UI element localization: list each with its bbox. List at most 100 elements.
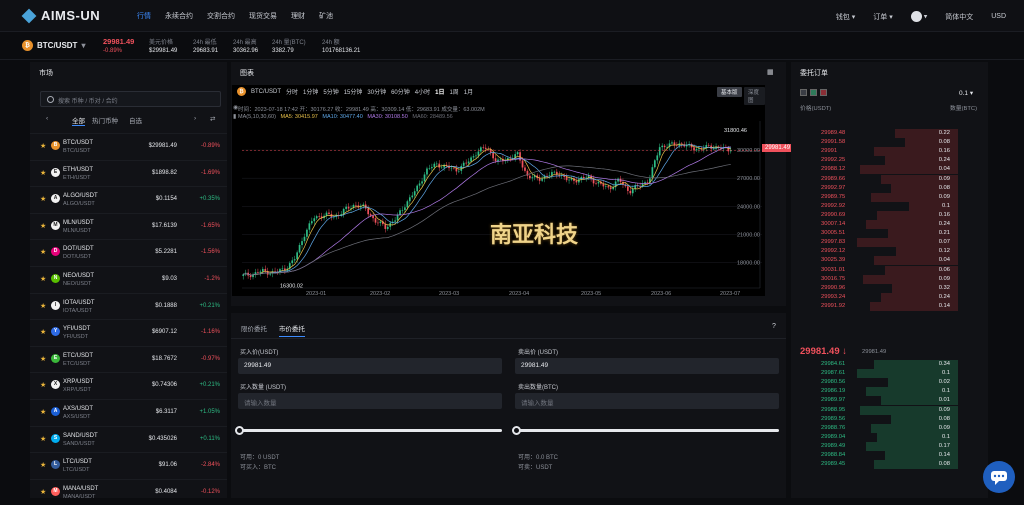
language-select[interactable]: 简体中文 — [945, 12, 973, 22]
scroll-right-icon[interactable]: › — [194, 115, 196, 122]
book-both-icon[interactable] — [800, 89, 807, 96]
chat-support-button[interactable] — [983, 461, 1015, 493]
wallet-menu[interactable]: 钱包 ▾ — [836, 12, 855, 22]
nav-link[interactable]: 矿池 — [319, 11, 333, 21]
nav-link[interactable]: 交割合约 — [207, 11, 235, 21]
tab-hot[interactable]: 热门币种 — [92, 115, 118, 125]
y-tick-label: 24000.00 — [737, 204, 760, 210]
pair-change: -1.69% — [200, 169, 220, 176]
buy-amount-slider[interactable] — [235, 426, 502, 435]
sell-amount-slider[interactable] — [512, 426, 779, 435]
orders-menu[interactable]: 订单 ▾ — [873, 12, 892, 22]
order-price: 29989.97 — [821, 397, 846, 404]
pair-name: DOT/USDT — [63, 246, 94, 253]
precision-select[interactable]: 0.1 ▾ — [959, 89, 973, 97]
star-icon[interactable]: ★ — [40, 355, 46, 363]
market-row[interactable]: ★ M MLN/USDT MLN/USDT $17.6139 -1.65% — [30, 212, 227, 239]
tab-all[interactable]: 全部 — [72, 115, 85, 126]
market-row[interactable]: ★ B BTC/USDT BTC/USDT $29981.49 -0.89% — [30, 133, 227, 159]
slider-handle[interactable] — [512, 426, 521, 435]
sell-price-input[interactable]: 29981.49 — [515, 358, 779, 374]
buy-qty-input[interactable]: 请输入数量 — [238, 393, 502, 409]
star-icon[interactable]: ★ — [40, 248, 46, 256]
stat-label: 24h 最低 — [193, 40, 217, 46]
star-icon[interactable]: ★ — [40, 222, 46, 230]
candle-body — [418, 183, 421, 186]
pair-change: -1.2% — [204, 276, 220, 282]
search-input[interactable]: 搜索 币种 / 币对 / 合约 — [40, 91, 221, 107]
logo-diamond-icon — [21, 8, 37, 23]
nav-link[interactable]: 现货交易 — [249, 11, 277, 21]
candle-body — [328, 212, 330, 214]
coin-icon: D — [51, 247, 60, 257]
order-qty: 0.21 — [938, 230, 950, 237]
ask-row[interactable]: 29991.92 0.14 — [791, 301, 988, 312]
scroll-left-icon[interactable]: ‹ — [46, 115, 48, 122]
candle-body — [401, 209, 404, 211]
tab-favorites[interactable]: 自选 — [129, 115, 142, 125]
star-icon[interactable]: ★ — [40, 302, 46, 310]
tab-market-order[interactable]: 市价委托 — [278, 326, 305, 337]
star-icon[interactable]: ★ — [40, 408, 46, 416]
market-row[interactable]: ★ A AXS/USDT AXS/USDT $6.3117 +1.05% — [30, 399, 227, 425]
order-qty: 0.08 — [938, 139, 950, 146]
candle-body — [310, 221, 313, 224]
pair-selector[interactable]: ₿ BTC/USDT ▾ — [22, 40, 85, 51]
market-row[interactable]: ★ E ETH/USDT ETH/USDT $1898.82 -1.69% — [30, 159, 227, 186]
buy-available: 可用：0 USDT — [240, 455, 280, 461]
star-icon[interactable]: ★ — [40, 435, 46, 443]
candle-body — [597, 181, 600, 184]
slider-handle[interactable] — [235, 426, 244, 435]
pair-change: +0.11% — [199, 435, 220, 442]
order-price: 29984.61 — [821, 361, 846, 367]
market-row[interactable]: ★ E ETC/USDT ETC/USDT $18.7672 -0.97% — [30, 345, 227, 372]
candle-body — [264, 268, 267, 271]
order-qty: 0.24 — [938, 157, 950, 164]
candle-body — [428, 168, 431, 169]
grid-view-icon[interactable]: ▦ — [767, 68, 774, 76]
market-row[interactable]: ★ X XRP/USDT XRP/USDT $0.74306 +0.21% — [30, 372, 227, 398]
star-icon[interactable]: ★ — [40, 169, 46, 177]
user-menu[interactable]: ▾ — [910, 11, 927, 22]
currency-select[interactable]: USD — [991, 13, 1006, 20]
star-icon[interactable]: ★ — [40, 328, 46, 336]
market-row[interactable]: ★ L LTC/USDT LTC/USDT $91.06 -2.84% — [30, 452, 227, 478]
pair-sub: ALGO/USDT — [63, 201, 95, 208]
nav-link[interactable]: 永续合约 — [165, 11, 193, 21]
help-icon[interactable]: ? — [772, 323, 776, 330]
candle-body — [551, 172, 553, 176]
order-price: 29989.66 — [821, 175, 846, 182]
market-row[interactable]: ★ D DOT/USDT DOT/USDT $5.2281 -1.56% — [30, 239, 227, 265]
market-row[interactable]: ★ A ALGO/USDT ALGO/USDT $0.1154 +0.35% — [30, 186, 227, 212]
sell-qty-input[interactable]: 请输入数量 — [515, 393, 779, 409]
candle-body — [315, 216, 318, 219]
nav-link[interactable]: 理财 — [291, 11, 305, 21]
market-row[interactable]: ★ M MANA/USDT MANA/USDT $0.4084 -0.12% — [30, 478, 227, 505]
pair-change: -0.89% — [200, 143, 220, 149]
buy-price-input[interactable]: 29981.49 — [238, 358, 502, 374]
star-icon[interactable]: ★ — [40, 275, 46, 283]
star-icon[interactable]: ★ — [40, 488, 46, 496]
bid-row[interactable]: 29989.45 0.08 — [791, 460, 988, 470]
nav-link[interactable]: 行情 — [137, 11, 151, 21]
book-bids-icon[interactable] — [810, 89, 817, 96]
swap-icon[interactable]: ⇄ — [210, 115, 215, 123]
order-qty: 0.12 — [938, 248, 950, 255]
book-asks-icon[interactable] — [820, 89, 827, 96]
market-row[interactable]: ★ I IOTA/USDT IOTA/USDT $0.1888 +0.21% — [30, 292, 227, 319]
star-icon[interactable]: ★ — [40, 142, 46, 150]
order-qty: 0.14 — [938, 302, 950, 309]
nav-right: 钱包 ▾ 订单 ▾ ▾ 简体中文 USD — [836, 11, 1006, 22]
tab-limit-order[interactable]: 限价委托 — [241, 326, 267, 333]
market-row[interactable]: ★ S SAND/USDT SAND/USDT $0.435026 +0.11% — [30, 425, 227, 452]
divider — [231, 338, 786, 339]
candle-body — [421, 181, 423, 184]
logo[interactable]: AIMS-UN — [21, 8, 100, 23]
order-qty: 0.1 — [941, 202, 950, 209]
star-icon[interactable]: ★ — [40, 195, 46, 203]
market-row[interactable]: ★ Y YFI/USDT YFI/USDT $6907.12 -1.16% — [30, 319, 227, 345]
star-icon[interactable]: ★ — [40, 461, 46, 469]
depth-bar — [909, 201, 958, 211]
star-icon[interactable]: ★ — [40, 381, 46, 389]
market-row[interactable]: ★ N NEO/USDT NEO/USDT $9.03 -1.2% — [30, 266, 227, 292]
